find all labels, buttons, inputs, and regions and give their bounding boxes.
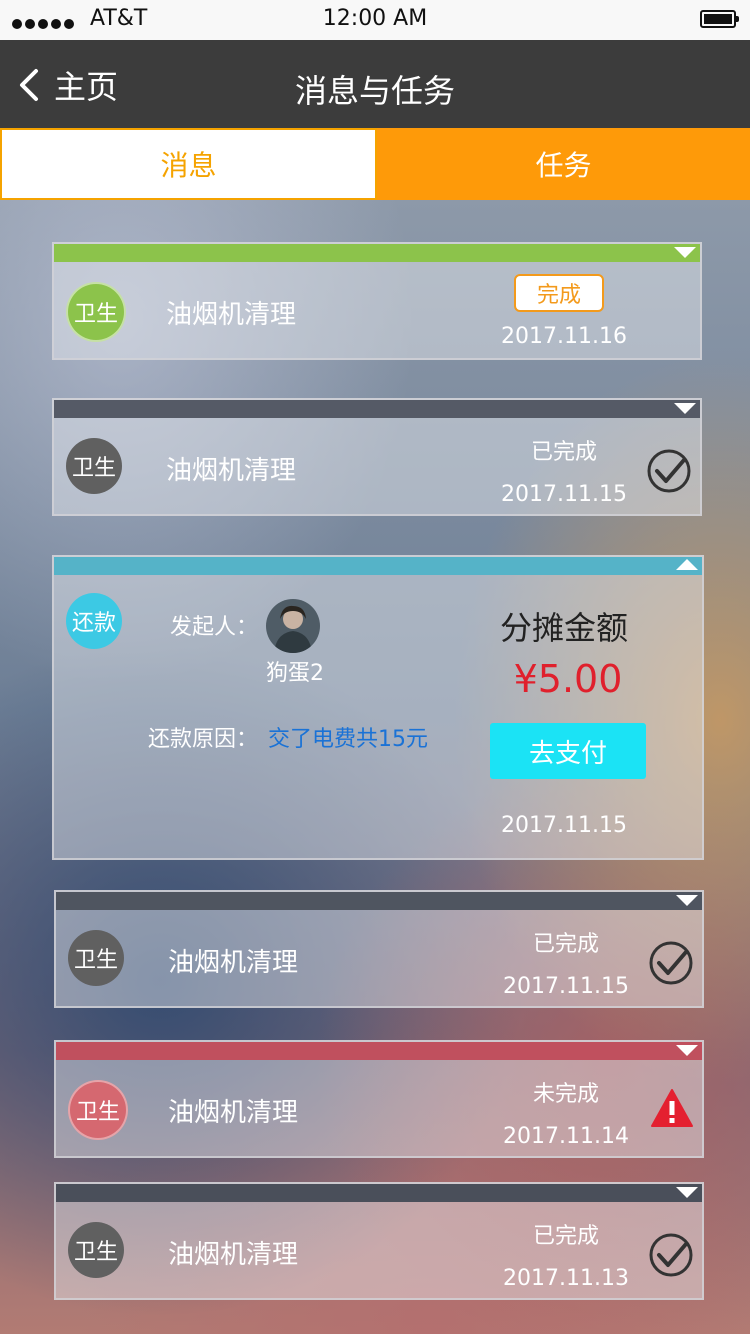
navigation-bar: 主页 消息与任务 [0, 40, 750, 128]
category-badge: 卫生 [66, 438, 122, 494]
card-color-bar [56, 1184, 702, 1202]
warning-icon [651, 1089, 693, 1127]
task-status: 已完成 [532, 1224, 599, 1249]
expand-toggle-icon[interactable] [676, 895, 698, 906]
task-card[interactable]: 卫生 油烟机清理 未完成 2017.11.14 [54, 1040, 704, 1158]
category-badge: 卫生 [68, 930, 124, 986]
status-bar: AT&T 12:00 AM [0, 0, 750, 40]
initiator-label: 发起人： [170, 615, 259, 640]
task-card[interactable]: 卫生 油烟机清理 已完成 2017.11.15 [54, 890, 704, 1008]
status-time: 12:00 AM [322, 6, 428, 31]
task-date: 2017.11.15 [503, 974, 629, 999]
task-date: 2017.11.15 [501, 813, 627, 838]
task-card[interactable]: 卫生 油烟机清理 完成 2017.11.16 [52, 242, 702, 360]
initiator-name: 狗蛋2 [266, 661, 324, 686]
task-title: 油烟机清理 [168, 948, 299, 978]
task-date: 2017.11.15 [501, 482, 627, 507]
amount-title: 分摊金额 [499, 609, 628, 647]
segment-tabs: 消息 任务 [0, 128, 750, 200]
check-circle-icon [649, 941, 693, 985]
reason-value: 交了电费共15元 [268, 727, 428, 752]
repayment-card[interactable]: 还款 发起人： 狗蛋2 还款原因： 交了电费共15元 分摊金额 ¥5.00 去支… [52, 555, 704, 860]
task-title: 油烟机清理 [168, 1240, 299, 1270]
task-date: 2017.11.16 [501, 324, 627, 349]
pay-button[interactable]: 去支付 [490, 723, 646, 779]
task-status: 已完成 [532, 932, 599, 957]
complete-button[interactable]: 完成 [514, 274, 604, 312]
amount-value: ¥5.00 [513, 657, 623, 701]
card-color-bar [56, 1042, 702, 1060]
card-color-bar [54, 400, 700, 418]
task-status: 已完成 [530, 440, 597, 465]
expand-toggle-icon[interactable] [674, 247, 696, 258]
check-circle-icon [649, 1233, 693, 1277]
task-date: 2017.11.14 [503, 1124, 629, 1149]
tab-tasks[interactable]: 任务 [377, 128, 750, 200]
task-card[interactable]: 卫生 油烟机清理 已完成 2017.11.13 [54, 1182, 704, 1300]
task-card[interactable]: 卫生 油烟机清理 已完成 2017.11.15 [52, 398, 702, 516]
collapse-toggle-icon[interactable] [676, 559, 698, 570]
expand-toggle-icon[interactable] [674, 403, 696, 414]
category-badge: 卫生 [68, 1080, 128, 1140]
tab-messages[interactable]: 消息 [0, 128, 377, 200]
category-badge: 卫生 [68, 1222, 124, 1278]
category-badge: 卫生 [66, 282, 126, 342]
task-title: 油烟机清理 [166, 300, 297, 330]
reason-label: 还款原因： [148, 727, 259, 752]
battery-icon [700, 10, 739, 28]
task-title: 油烟机清理 [166, 456, 297, 486]
expand-toggle-icon[interactable] [676, 1045, 698, 1056]
card-color-bar [56, 892, 702, 910]
page-title: 消息与任务 [294, 72, 455, 110]
task-status: 未完成 [532, 1082, 599, 1107]
card-color-bar [54, 557, 702, 575]
task-date: 2017.11.13 [503, 1266, 629, 1291]
task-title: 油烟机清理 [168, 1098, 299, 1128]
card-color-bar [54, 244, 700, 262]
avatar[interactable] [266, 599, 320, 653]
expand-toggle-icon[interactable] [676, 1187, 698, 1198]
check-circle-icon [647, 449, 691, 493]
category-badge: 还款 [66, 593, 122, 649]
